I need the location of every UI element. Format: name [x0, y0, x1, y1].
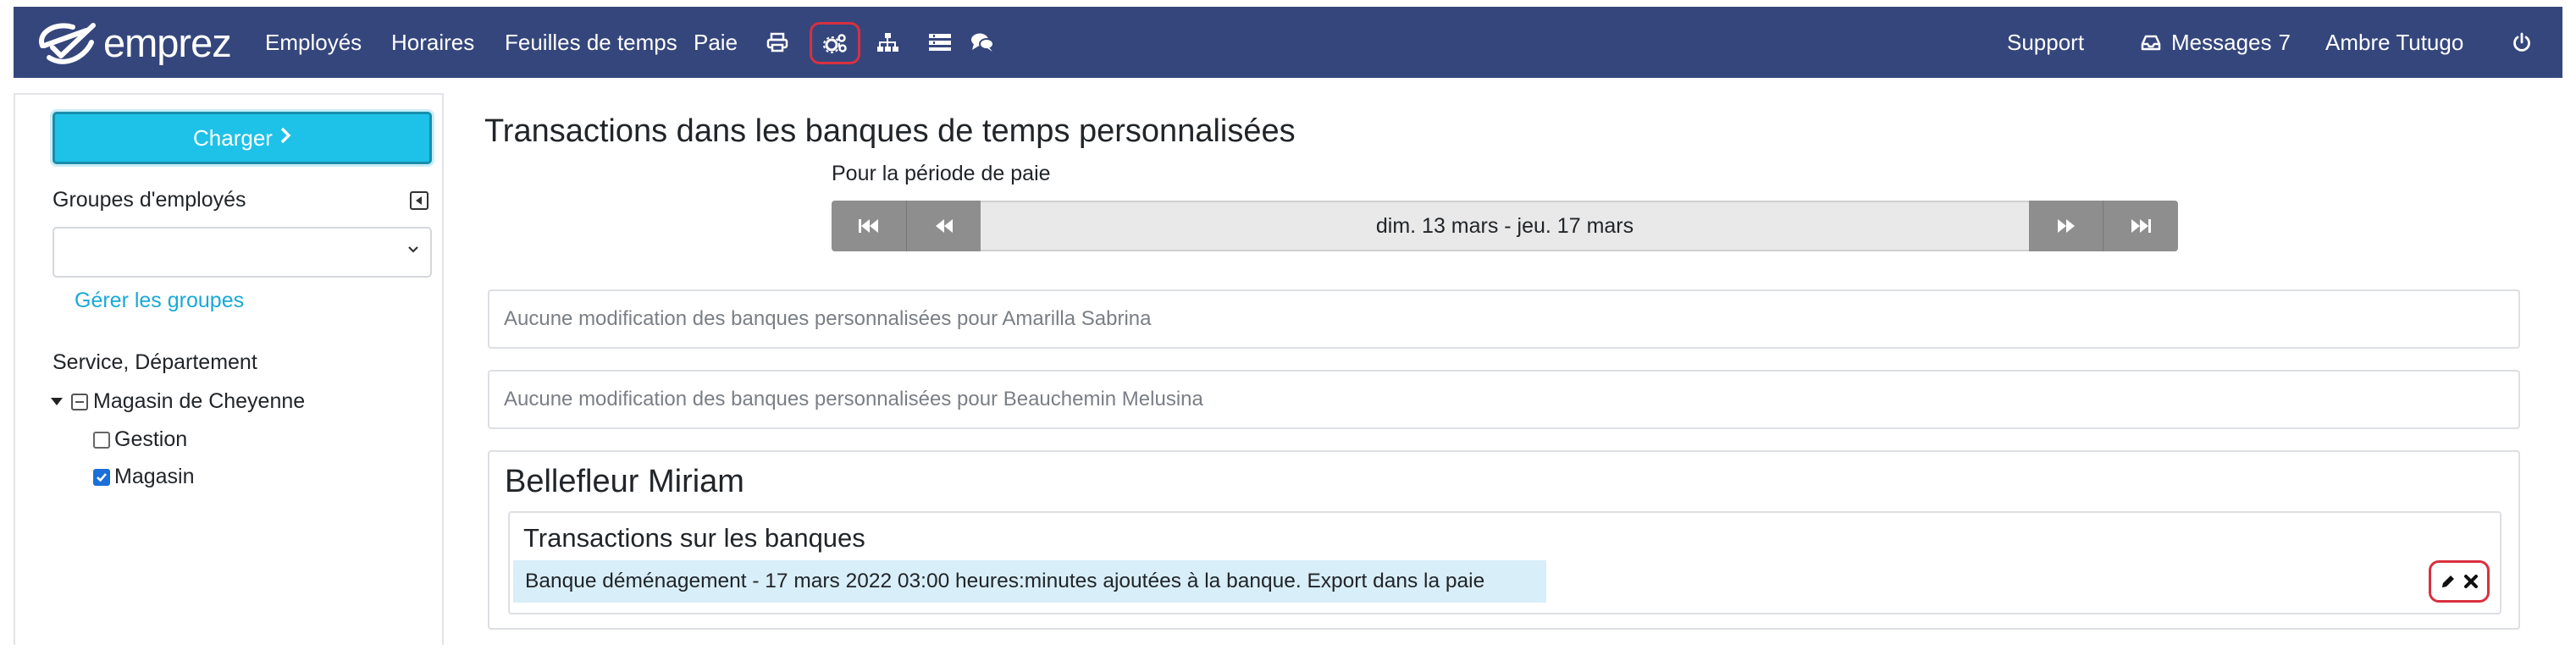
nav-horaires[interactable]: Horaires [391, 7, 474, 78]
brand-logo[interactable]: emprez [36, 19, 232, 67]
transaction-actions [2429, 560, 2490, 603]
delete-x-icon[interactable] [2463, 574, 2479, 589]
messages-label: Messages [2171, 30, 2272, 55]
tree-node-gestion: Gestion [93, 427, 187, 452]
pay-period-label: Pour la période de paie [832, 162, 1051, 185]
org-chart-icon[interactable] [872, 29, 903, 56]
last-period-button[interactable] [2103, 201, 2178, 251]
nav-user-menu[interactable]: Ambre Tutugo [2325, 7, 2463, 78]
cogs-icon[interactable] [810, 22, 860, 64]
pay-period-navigator: dim. 13 mars - jeu. 17 mars [832, 201, 2178, 251]
messages-count-badge: 7 [2278, 30, 2291, 55]
backward-icon [935, 219, 953, 233]
manage-groups-link[interactable]: Gérer les groupes [75, 289, 244, 313]
inbox-icon [2141, 35, 2161, 51]
chevron-down-icon [406, 244, 420, 260]
sidebar: Charger Groupes d'employés Gérer les gro… [14, 93, 444, 645]
brand-name: emprez [103, 20, 232, 65]
nav-employes[interactable]: Employés [265, 7, 362, 78]
list-icon[interactable] [925, 29, 955, 56]
transaction-row: Banque déménagement - 17 mars 2022 03:00… [513, 560, 1546, 603]
employee-card: Bellefleur Miriam Transactions sur les b… [488, 450, 2520, 630]
load-button[interactable]: Charger [53, 112, 432, 164]
first-period-button[interactable] [832, 201, 906, 251]
pay-period-range: dim. 13 mars - jeu. 17 mars [1375, 214, 1634, 238]
collapse-node-icon[interactable] [71, 393, 88, 410]
nav-paie[interactable]: Paie [694, 7, 738, 78]
nav-feuilles-de-temps[interactable]: Feuilles de temps [505, 7, 677, 78]
fast-backward-icon [859, 219, 878, 233]
previous-period-button[interactable] [906, 201, 981, 251]
tree-node-magasin-label: Magasin [114, 465, 195, 488]
service-department-label: Service, Département [53, 350, 257, 374]
employee-groups-label: Groupes d'employés [53, 188, 246, 212]
tree-node-root-label: Magasin de Cheyenne [93, 389, 306, 413]
page-title: Transactions dans les banques de temps p… [484, 113, 1296, 149]
chevron-right-icon [279, 126, 291, 150]
top-navbar: emprez Employés Horaires Feuilles de tem… [14, 7, 2562, 78]
checkbox-gestion[interactable] [93, 431, 110, 449]
printer-icon[interactable] [762, 29, 793, 56]
tree-node-magasin: Magasin [93, 465, 195, 489]
forward-icon [2057, 219, 2075, 233]
employee-groups-select[interactable] [53, 227, 432, 278]
nav-messages[interactable]: Messages 7 [2141, 7, 2291, 78]
edit-pencil-icon[interactable] [2440, 573, 2457, 590]
nav-support[interactable]: Support [2007, 7, 2084, 78]
next-period-button[interactable] [2029, 201, 2103, 251]
emprez-logo-icon [39, 23, 96, 64]
collapse-sidebar-icon[interactable] [410, 191, 428, 210]
employee-name: Bellefleur Miriam [505, 464, 744, 499]
checkbox-magasin[interactable] [93, 468, 110, 486]
bank-transactions-title: Transactions sur les banques [523, 523, 865, 553]
notice-no-changes: Aucune modification des banques personna… [488, 370, 2520, 429]
tree-node-root: Magasin de Cheyenne [51, 389, 305, 414]
bank-transactions-panel: Transactions sur les banques Banque démé… [508, 511, 2501, 614]
fast-forward-icon [2131, 219, 2151, 233]
comments-icon[interactable] [967, 29, 998, 56]
power-icon[interactable] [2507, 29, 2537, 56]
caret-down-icon[interactable] [51, 398, 63, 405]
checkmark-icon [97, 472, 107, 482]
notice-no-changes: Aucune modification des banques personna… [488, 289, 2520, 349]
load-button-label: Charger [193, 124, 273, 151]
tree-node-gestion-label: Gestion [114, 427, 188, 451]
